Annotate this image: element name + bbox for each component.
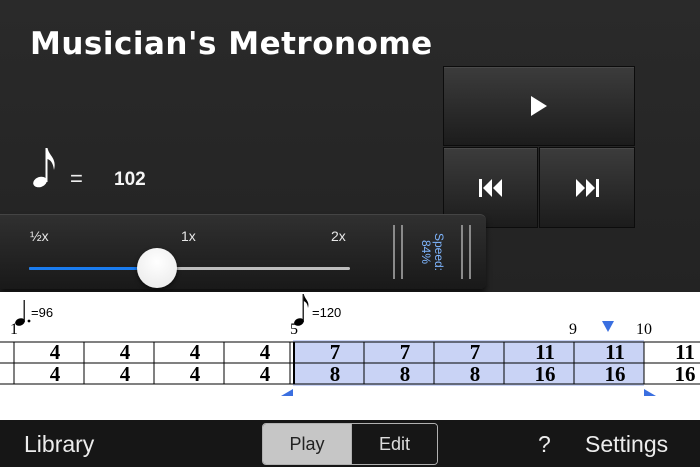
speed-readout-text: Speed: 84% bbox=[418, 226, 446, 278]
selection-end-handle[interactable] bbox=[644, 389, 656, 396]
rewind-to-start-icon bbox=[478, 178, 502, 197]
measure-number-10: 10 bbox=[636, 321, 652, 338]
speed-slider[interactable] bbox=[29, 248, 350, 288]
speed-slider-thumb[interactable] bbox=[137, 248, 178, 288]
skip-forward-icon bbox=[576, 178, 599, 197]
speed-readout[interactable]: Speed: 84% bbox=[393, 225, 471, 279]
playhead-marker[interactable] bbox=[602, 321, 614, 332]
library-button[interactable]: Library bbox=[24, 431, 94, 458]
time-signature-top: 11 bbox=[535, 340, 555, 364]
readout-left-bars bbox=[393, 225, 403, 279]
time-signature-top: 4 bbox=[50, 340, 61, 364]
time-signature-bottom: 16 bbox=[535, 362, 556, 386]
half-speed-label: ½x bbox=[30, 228, 49, 244]
edit-tab[interactable]: Edit bbox=[351, 424, 437, 464]
normal-speed-label: 1x bbox=[181, 228, 196, 244]
mode-segmented-control: Play Edit bbox=[262, 423, 438, 465]
time-signature-top: 7 bbox=[470, 340, 481, 364]
readout-right-bars bbox=[461, 225, 471, 279]
tempo-marking-1-text: =96 bbox=[31, 305, 53, 320]
equals-sign: = bbox=[70, 166, 83, 191]
transport-controls bbox=[443, 66, 635, 228]
speed-label: Speed: bbox=[432, 232, 446, 272]
score-staff[interactable]: 44444444787878111611161116 =96 =120 1 5 … bbox=[0, 292, 700, 420]
play-tab[interactable]: Play bbox=[263, 424, 351, 464]
time-signature-top: 11 bbox=[675, 340, 695, 364]
tempo-marking-1: =96 bbox=[15, 300, 53, 326]
measure-number-9: 9 bbox=[569, 321, 577, 338]
skip-forward-button[interactable] bbox=[539, 147, 635, 228]
main-panel: Musician's Metronome = 102 ½x 1x 2x Spee… bbox=[0, 0, 700, 292]
play-icon bbox=[531, 96, 547, 116]
settings-button[interactable]: Settings bbox=[585, 431, 668, 458]
time-signature-top: 7 bbox=[330, 340, 341, 364]
measure-number-1: 1 bbox=[10, 321, 18, 338]
time-signature-bottom: 8 bbox=[470, 362, 481, 386]
app-title: Musician's Metronome bbox=[30, 26, 433, 62]
score-view[interactable]: 4 4 4 4 4 4 4 4 7 8 7 8 7 8 11 16 11 16 11 16 =96 =120 1 5 … bbox=[0, 292, 700, 420]
time-signature-top: 4 bbox=[120, 340, 131, 364]
time-signature-bottom: 16 bbox=[605, 362, 626, 386]
tempo-marking-2-text: =120 bbox=[312, 305, 341, 320]
time-signature-bottom: 4 bbox=[50, 362, 61, 386]
time-signature-bottom: 4 bbox=[260, 362, 271, 386]
play-button[interactable] bbox=[443, 66, 635, 146]
time-signature-top: 4 bbox=[190, 340, 201, 364]
time-signature-top: 7 bbox=[400, 340, 411, 364]
double-speed-label: 2x bbox=[331, 228, 346, 244]
time-signature-bottom: 4 bbox=[190, 362, 201, 386]
time-signature-bottom: 8 bbox=[400, 362, 411, 386]
measure-number-5: 5 bbox=[290, 321, 298, 338]
speed-value: 84% bbox=[419, 239, 433, 265]
bottom-toolbar: Library Play Edit ? Settings bbox=[0, 420, 700, 467]
eighth-note-icon bbox=[33, 148, 55, 188]
time-signature-bottom: 8 bbox=[330, 362, 341, 386]
time-signature-top: 11 bbox=[605, 340, 625, 364]
speed-panel: ½x 1x 2x Speed: 84% bbox=[0, 214, 486, 289]
selection-start-handle[interactable] bbox=[281, 389, 293, 396]
time-signature-bottom: 16 bbox=[675, 362, 696, 386]
time-signature-bottom: 4 bbox=[120, 362, 131, 386]
tempo-marking-2: =120 bbox=[294, 294, 341, 326]
help-button[interactable]: ? bbox=[538, 431, 551, 458]
time-signature-top: 4 bbox=[260, 340, 271, 364]
bpm-value[interactable]: 102 bbox=[114, 169, 146, 191]
